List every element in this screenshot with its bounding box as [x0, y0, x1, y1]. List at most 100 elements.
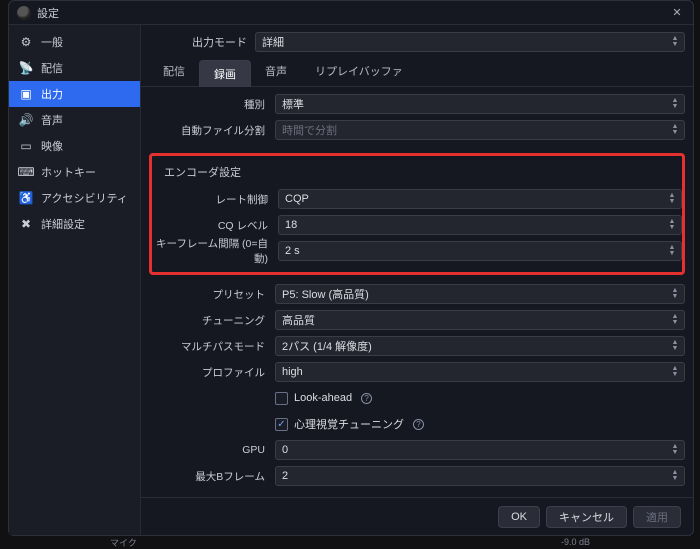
encoder-group-title: エンコーダ設定 [152, 164, 682, 186]
keyboard-icon: ⌨ [19, 165, 33, 179]
tab-stream[interactable]: 配信 [149, 58, 199, 86]
encoder-settings-group: エンコーダ設定 レート制御 CQP▲▼ CQ レベル 18▲▼ キーフレーム間隔… [149, 153, 685, 275]
chevron-updown-icon: ▲▼ [668, 311, 682, 329]
sidebar-item-label: 映像 [41, 138, 63, 154]
rate-control-select[interactable]: CQP▲▼ [278, 189, 682, 209]
multipass-select[interactable]: 2パス (1/4 解像度)▲▼ [275, 336, 685, 356]
row-profile: プロファイル high▲▼ [149, 359, 685, 385]
sidebar-item-advanced[interactable]: ✖ 詳細設定 [9, 211, 140, 237]
ok-button[interactable]: OK [498, 506, 540, 528]
tab-record[interactable]: 録画 [199, 60, 251, 87]
type-select[interactable]: 標準▲▼ [275, 94, 685, 114]
form-area: 種別 標準▲▼ 自動ファイル分割 時間で分割▲▼ エンコーダ設定 レート制御 C… [141, 87, 693, 497]
preset-label: プリセット [149, 287, 271, 302]
checkbox-box [275, 418, 288, 431]
row-bframes: 最大Bフレーム 2▲▼ [149, 463, 685, 489]
apply-button[interactable]: 適用 [633, 506, 681, 528]
output-mode-value: 詳細 [262, 34, 284, 50]
app-logo-icon [17, 6, 31, 20]
sidebar-item-audio[interactable]: 🔊 音声 [9, 107, 140, 133]
psycho-checkbox[interactable]: 心理視覚チューニング? [275, 416, 685, 432]
help-icon[interactable]: ? [413, 419, 424, 430]
psycho-label: 心理視覚チューニング [294, 416, 404, 432]
cancel-button[interactable]: キャンセル [546, 506, 627, 528]
spinner-arrows-icon[interactable]: ▲▼ [668, 441, 682, 459]
accessibility-icon: ♿ [19, 191, 33, 205]
window-title: 設定 [37, 5, 669, 21]
row-preset: プリセット P5: Slow (高品質)▲▼ [149, 281, 685, 307]
tuning-label: チューニング [149, 313, 271, 328]
keyframe-input[interactable]: 2 s▲▼ [278, 241, 682, 261]
tab-audio[interactable]: 音声 [251, 58, 301, 86]
row-autosplit: 自動ファイル分割 時間で分割▲▼ [149, 117, 685, 143]
statusbar: マイク -9.0 dB [0, 536, 700, 548]
row-type: 種別 標準▲▼ [149, 91, 685, 117]
close-icon[interactable]: ✕ [669, 5, 685, 21]
output-icon: ▣ [19, 87, 33, 101]
row-rate-control: レート制御 CQP▲▼ [152, 186, 682, 212]
chevron-updown-icon: ▲▼ [668, 285, 682, 303]
sidebar-item-output[interactable]: ▣ 出力 [9, 81, 140, 107]
gpu-label: GPU [149, 444, 271, 456]
lookahead-label: Look-ahead [294, 392, 352, 404]
titlebar: 設定 ✕ [9, 1, 693, 25]
chevron-updown-icon: ▲▼ [668, 121, 682, 139]
preset-select[interactable]: P5: Slow (高品質)▲▼ [275, 284, 685, 304]
spinner-arrows-icon[interactable]: ▲▼ [665, 242, 679, 260]
autosplit-select[interactable]: 時間で分割▲▼ [275, 120, 685, 140]
help-icon[interactable]: ? [361, 393, 372, 404]
sidebar-item-video[interactable]: ▭ 映像 [9, 133, 140, 159]
cq-level-input[interactable]: 18▲▼ [278, 215, 682, 235]
sidebar-item-general[interactable]: ⚙ 一般 [9, 29, 140, 55]
cq-level-label: CQ レベル [152, 218, 274, 233]
rate-control-label: レート制御 [152, 192, 274, 207]
multipass-label: マルチパスモード [149, 339, 271, 354]
sidebar-item-label: 音声 [41, 112, 63, 128]
output-mode-label: 出力モード [149, 34, 255, 50]
row-keyframe: キーフレーム間隔 (0=自動) 2 s▲▼ [152, 238, 682, 264]
tools-icon: ✖ [19, 217, 33, 231]
chevron-updown-icon: ▲▼ [668, 337, 682, 355]
tab-replay[interactable]: リプレイバッファ [301, 58, 417, 86]
sidebar-item-accessibility[interactable]: ♿アクセシビリティ [9, 185, 140, 211]
sidebar-item-hotkeys[interactable]: ⌨ ホットキー [9, 159, 140, 185]
bframes-input[interactable]: 2▲▼ [275, 466, 685, 486]
type-label: 種別 [149, 97, 271, 112]
window-body: ⚙ 一般 📡 配信 ▣ 出力 🔊 音声 ▭ 映像 ⌨ ホットキー ♿アクセシビリティ ✖ 詳細… [9, 25, 693, 535]
speaker-icon: 🔊 [19, 113, 33, 127]
antenna-icon: 📡 [19, 61, 33, 75]
output-mode-select[interactable]: 詳細 ▲▼ [255, 32, 685, 52]
profile-label: プロファイル [149, 365, 271, 380]
spinner-arrows-icon[interactable]: ▲▼ [665, 216, 679, 234]
row-multipass: マルチパスモード 2パス (1/4 解像度)▲▼ [149, 333, 685, 359]
chevron-updown-icon: ▲▼ [668, 363, 682, 381]
sidebar-item-label: 配信 [41, 60, 63, 76]
display-icon: ▭ [19, 139, 33, 153]
chevron-updown-icon: ▲▼ [665, 190, 679, 208]
sidebar-item-stream[interactable]: 📡 配信 [9, 55, 140, 81]
status-mic-label: マイク [110, 536, 137, 549]
sidebar-item-label: 出力 [41, 86, 63, 102]
checkbox-box [275, 392, 288, 405]
keyframe-label: キーフレーム間隔 (0=自動) [152, 236, 274, 266]
output-tabs: 配信 録画 音声 リプレイバッファ [141, 61, 693, 87]
autosplit-label: 自動ファイル分割 [149, 123, 271, 138]
gear-icon: ⚙ [19, 35, 33, 49]
sidebar-item-label: ホットキー [41, 164, 96, 180]
row-lookahead: Look-ahead? [149, 385, 685, 411]
chevron-updown-icon: ▲▼ [668, 33, 682, 51]
row-tuning: チューニング 高品質▲▼ [149, 307, 685, 333]
output-mode-row: 出力モード 詳細 ▲▼ [141, 25, 693, 55]
profile-select[interactable]: high▲▼ [275, 362, 685, 382]
spinner-arrows-icon[interactable]: ▲▼ [668, 467, 682, 485]
row-psycho: 心理視覚チューニング? [149, 411, 685, 437]
sidebar-item-label: 詳細設定 [41, 216, 85, 232]
sidebar-item-label: 一般 [41, 34, 63, 50]
dialog-footer: OK キャンセル 適用 [141, 497, 693, 535]
content-pane: 出力モード 詳細 ▲▼ 配信 録画 音声 リプレイバッファ 種別 標準▲▼ 自動… [141, 25, 693, 535]
tuning-select[interactable]: 高品質▲▼ [275, 310, 685, 330]
status-db-value: -9.0 dB [561, 537, 590, 547]
lookahead-checkbox[interactable]: Look-ahead? [275, 392, 685, 405]
gpu-input[interactable]: 0▲▼ [275, 440, 685, 460]
settings-window: 設定 ✕ ⚙ 一般 📡 配信 ▣ 出力 🔊 音声 ▭ 映像 ⌨ ホットキー ♿アクセシビリテ… [8, 0, 694, 536]
